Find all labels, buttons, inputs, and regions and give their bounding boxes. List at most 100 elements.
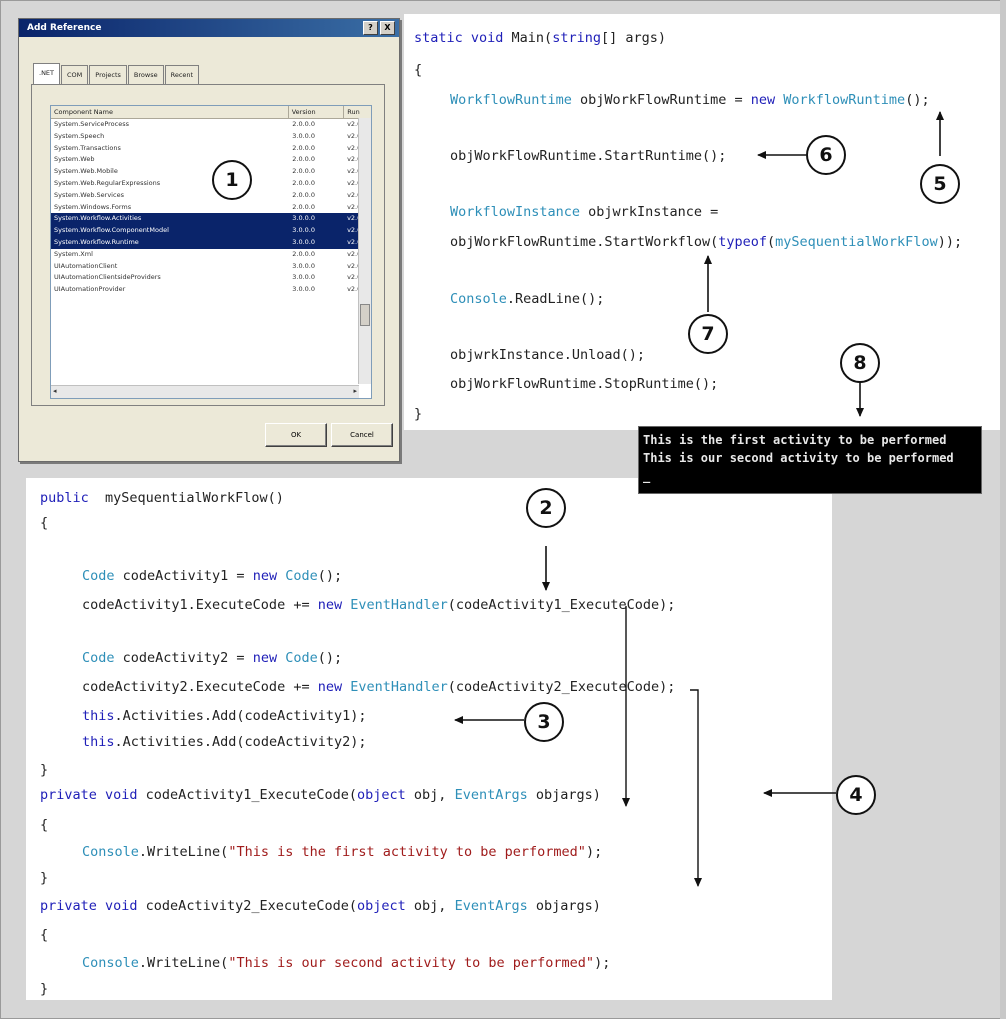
code-line: objWorkFlowRuntime.StartWorkflow(typeof(… — [450, 234, 963, 250]
reference-tabs: .NET COM Projects Browse Recent — [33, 63, 200, 85]
code-line: objWorkFlowRuntime.StopRuntime(); — [450, 376, 719, 392]
scroll-right-icon[interactable]: ▸ — [353, 387, 357, 395]
component-name: UIAutomationProvider — [54, 285, 126, 294]
component-name: System.Web.Services — [54, 190, 124, 199]
column-header-version[interactable]: Version — [289, 106, 345, 118]
component-version: 3.0.0.0 — [292, 237, 315, 246]
component-version: 2.0.0.0 — [292, 249, 315, 258]
scroll-thumb[interactable] — [360, 304, 370, 326]
code-line: private void codeActivity2_ExecuteCode(o… — [40, 898, 601, 914]
component-row[interactable]: System.Workflow.Runtime 3.0.0.0 v2.0 — [51, 236, 371, 249]
component-name: UIAutomationClientsideProviders — [54, 273, 161, 282]
tab-com[interactable]: COM — [61, 65, 89, 85]
component-row[interactable]: UIAutomationClient 3.0.0.0 v2.0 — [51, 261, 371, 273]
component-version: 3.0.0.0 — [292, 131, 315, 140]
code-line: Console.WriteLine("This is the first act… — [82, 844, 603, 860]
tab-dotnet[interactable]: .NET — [33, 63, 61, 85]
component-name: System.Workflow.Activities — [54, 214, 142, 223]
component-name: System.Workflow.Runtime — [54, 237, 139, 246]
component-version: 2.0.0.0 — [292, 120, 315, 128]
code-line: } — [40, 981, 49, 997]
console-line-2: This is our second activity to be perfor… — [643, 451, 954, 465]
component-row[interactable]: System.Web.RegularExpressions 2.0.0.0 v2.0 — [51, 178, 371, 190]
callout-8: 8 — [840, 343, 880, 383]
code-line: Console.WriteLine("This is our second ac… — [82, 955, 611, 971]
component-row[interactable]: System.Workflow.Activities 3.0.0.0 v2.0 — [51, 213, 371, 226]
component-version: 3.0.0.0 — [292, 226, 315, 235]
code-line: Code codeActivity2 = new Code(); — [82, 650, 343, 666]
component-name: System.Speech — [54, 131, 105, 140]
component-row[interactable]: System.Web.Mobile 2.0.0.0 v2.0 — [51, 166, 371, 178]
callout-6: 6 — [806, 135, 846, 175]
component-row[interactable]: System.Speech 3.0.0.0 v2.0 — [51, 131, 371, 143]
tab-projects[interactable]: Projects — [89, 65, 127, 85]
component-row[interactable]: System.ServiceProcess 2.0.0.0 v2.0 — [51, 119, 371, 131]
dialog-title-bar: Add Reference ? X — [19, 19, 399, 37]
code-line: { — [40, 515, 49, 531]
component-version: 3.0.0.0 — [292, 273, 315, 282]
vertical-scrollbar[interactable] — [358, 118, 371, 384]
component-version: 3.0.0.0 — [292, 261, 315, 270]
help-button[interactable]: ? — [363, 21, 378, 35]
horizontal-scrollbar[interactable]: ◂ ▸ — [51, 385, 359, 398]
code-line: } — [40, 870, 49, 886]
callout-5: 5 — [920, 164, 960, 204]
component-row[interactable]: UIAutomationClientsideProviders 3.0.0.0 v2… — [51, 272, 371, 284]
component-rows: System.ServiceProcess 2.0.0.0 v2.0 System.S… — [51, 119, 371, 296]
component-name: System.Windows.Forms — [54, 202, 132, 211]
code-line: private void codeActivity1_ExecuteCode(o… — [40, 787, 601, 803]
component-row[interactable]: System.Transactions 2.0.0.0 v2.0 — [51, 143, 371, 155]
component-row[interactable]: System.Windows.Forms 2.0.0.0 v2.0 — [51, 202, 371, 214]
code-line: static void Main(string[] args) — [414, 30, 666, 46]
component-name: System.Web — [54, 155, 95, 164]
console-line-1: This is the first activity to be perform… — [643, 433, 947, 447]
component-row[interactable]: UIAutomationProvider 3.0.0.0 v2.0 — [51, 284, 371, 296]
column-header-name[interactable]: Component Name — [51, 106, 289, 118]
workflow-code-panel: public mySequentialWorkFlow() { Code cod… — [26, 478, 832, 1000]
close-button[interactable]: X — [380, 21, 395, 35]
console-cursor: _ — [643, 469, 651, 483]
code-line: objWorkFlowRuntime.StartRuntime(); — [450, 148, 727, 164]
component-version: 2.0.0.0 — [292, 155, 315, 164]
dialog-title: Add Reference — [27, 23, 102, 33]
component-version: 2.0.0.0 — [292, 143, 315, 152]
component-version: 3.0.0.0 — [292, 285, 315, 294]
component-name: UIAutomationClient — [54, 261, 118, 270]
ok-button[interactable]: OK — [265, 423, 327, 447]
component-name: System.ServiceProcess — [54, 120, 129, 128]
callout-2: 2 — [526, 488, 566, 528]
cancel-button[interactable]: Cancel — [331, 423, 393, 447]
callout-1: 1 — [212, 160, 252, 200]
component-name: System.Web.RegularExpressions — [54, 178, 161, 187]
component-version: 2.0.0.0 — [292, 167, 315, 176]
code-line: WorkflowRuntime objWorkFlowRuntime = new… — [450, 92, 930, 108]
component-version: 2.0.0.0 — [292, 202, 315, 211]
code-line: this.Activities.Add(codeActivity1); — [82, 708, 367, 724]
code-line: WorkflowInstance objwrkInstance = — [450, 204, 719, 220]
component-name: System.Workflow.ComponentModel — [54, 226, 169, 235]
code-line: this.Activities.Add(codeActivity2); — [82, 734, 367, 750]
code-line: { — [40, 817, 49, 833]
component-list[interactable]: Component Name Version Run System.Servic… — [50, 105, 372, 399]
code-line: codeActivity2.ExecuteCode += new EventHa… — [82, 679, 676, 695]
column-header-runtime[interactable]: Run — [344, 106, 371, 118]
component-version: 2.0.0.0 — [292, 178, 315, 187]
component-name: System.Xml — [54, 249, 93, 258]
code-line: } — [40, 762, 49, 778]
component-row[interactable]: System.Workflow.ComponentModel 3.0.0.0 v2.… — [51, 225, 371, 237]
code-line: Code codeActivity1 = new Code(); — [82, 568, 343, 584]
component-row[interactable]: System.Web.Services 2.0.0.0 v2.0 — [51, 190, 371, 202]
code-line: { — [414, 62, 423, 78]
tab-panel: Component Name Version Run System.Servic… — [31, 84, 385, 406]
component-row[interactable]: System.Xml 2.0.0.0 v2.0 — [51, 249, 371, 261]
code-line: { — [40, 927, 49, 943]
tab-recent[interactable]: Recent — [164, 65, 200, 85]
component-version: 2.0.0.0 — [292, 190, 315, 199]
scroll-left-icon[interactable]: ◂ — [53, 387, 57, 395]
tab-browse[interactable]: Browse — [127, 65, 164, 85]
callout-4: 4 — [836, 775, 876, 815]
list-header: Component Name Version Run — [51, 106, 371, 119]
component-name: System.Transactions — [54, 143, 121, 152]
component-row[interactable]: System.Web 2.0.0.0 v2.0 — [51, 154, 371, 166]
code-line: codeActivity1.ExecuteCode += new EventHa… — [82, 597, 676, 613]
